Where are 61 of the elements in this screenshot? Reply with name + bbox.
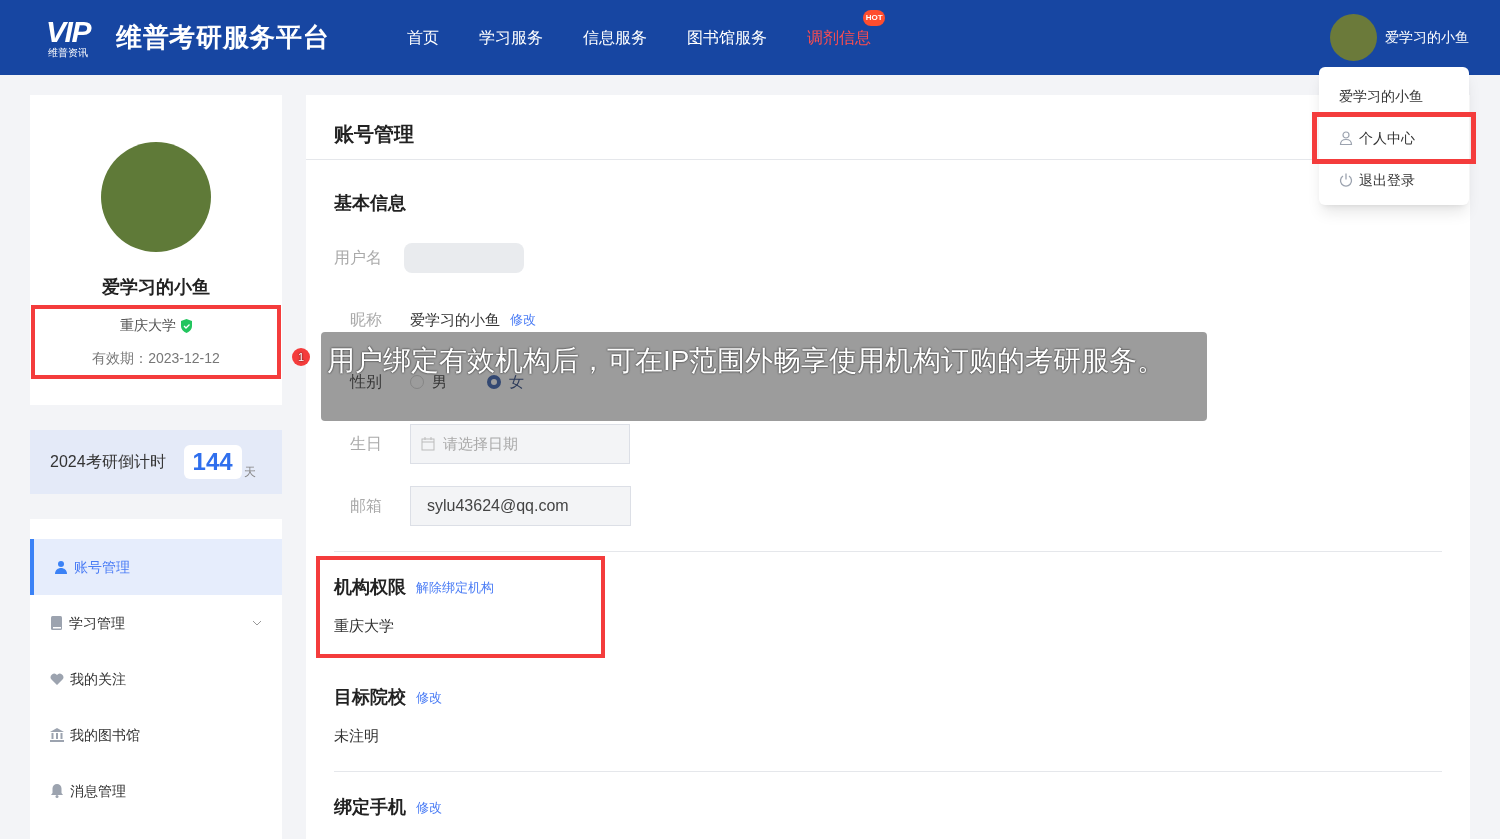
section-title: 绑定手机	[334, 796, 406, 819]
countdown-label: 2024考研倒计时	[50, 452, 166, 472]
menu-label: 学习管理	[69, 613, 125, 633]
menu-label: 爱学习的小鱼	[1339, 86, 1423, 106]
radio-button[interactable]	[487, 375, 501, 389]
school-name: 重庆大学	[119, 316, 176, 335]
section-value: 未注明	[334, 726, 380, 746]
bell-icon	[50, 784, 64, 798]
menu-label: 个人中心	[1359, 128, 1415, 148]
avatar-photo[interactable]	[1330, 14, 1377, 61]
menu-item[interactable]: 爱学习的小鱼	[1319, 75, 1469, 117]
heart-icon	[50, 673, 64, 685]
validity-date: 有效期：2023-12-12	[92, 349, 220, 368]
section-title: 机构权限	[334, 576, 406, 599]
field-label: 昵称	[350, 310, 383, 330]
person-icon	[54, 560, 68, 574]
calendar-icon	[421, 437, 435, 451]
edit-link[interactable]: 修改	[510, 310, 536, 330]
menu-label: 我的图书馆	[70, 725, 140, 745]
section-title: 基本信息	[334, 192, 407, 215]
field-label: 邮箱	[350, 496, 383, 516]
menu-label: 我的关注	[70, 669, 126, 689]
edit-link[interactable]: 解除绑定机构	[416, 577, 494, 598]
countdown-days: 144	[183, 445, 242, 479]
section-title: 目标院校	[334, 686, 406, 709]
nav-link[interactable]: 信息服务	[583, 28, 648, 46]
menu-item[interactable]: 退出登录	[1319, 159, 1469, 201]
vip-logo: VIP 维普资讯	[45, 17, 92, 58]
radio-label: 女	[509, 372, 524, 392]
nav-link[interactable]: 图书馆服务	[687, 28, 768, 46]
site-title: 维普考研服务平台	[116, 21, 330, 54]
nickname-value: 爱学习的小鱼	[410, 309, 500, 330]
power-icon	[1339, 173, 1353, 187]
user-name[interactable]: 爱学习的小鱼	[1385, 27, 1469, 48]
field-label: 用户名	[334, 248, 383, 268]
edit-link[interactable]: 修改	[416, 797, 442, 818]
field-label: 生日	[350, 434, 383, 454]
page-title: 账号管理	[334, 122, 414, 147]
bank-building-icon	[50, 728, 64, 742]
menu-label: 消息管理	[70, 781, 126, 801]
step-number-badge: 1	[292, 348, 310, 366]
menu-label: 退出登录	[1359, 170, 1415, 190]
verified-shield-icon	[179, 318, 193, 333]
side-menu-item[interactable]: 我的图书馆	[30, 707, 282, 763]
side-menu-item[interactable]: 我的关注	[30, 651, 282, 707]
menu-item[interactable]: 个人中心	[1317, 117, 1471, 159]
side-menu-item[interactable]: 消息管理	[30, 763, 282, 819]
menu-label: 账号管理	[74, 557, 130, 577]
radio-label: 男	[432, 372, 447, 392]
person-icon	[1339, 131, 1353, 145]
edit-link[interactable]: 修改	[416, 687, 442, 708]
side-menu-item[interactable]: 学习管理	[30, 595, 282, 651]
profile-name: 爱学习的小鱼	[102, 276, 210, 299]
email-field[interactable]: sylu43624@qq.com	[410, 486, 631, 526]
section-value: 重庆大学	[334, 616, 395, 636]
nav-link[interactable]: 学习服务	[479, 28, 544, 46]
book-icon	[50, 616, 63, 630]
days-unit: 天	[243, 464, 256, 481]
hot-badge: HOT	[863, 9, 886, 26]
nav-link[interactable]: 首页	[407, 28, 440, 46]
field-label: 性别	[350, 373, 382, 392]
